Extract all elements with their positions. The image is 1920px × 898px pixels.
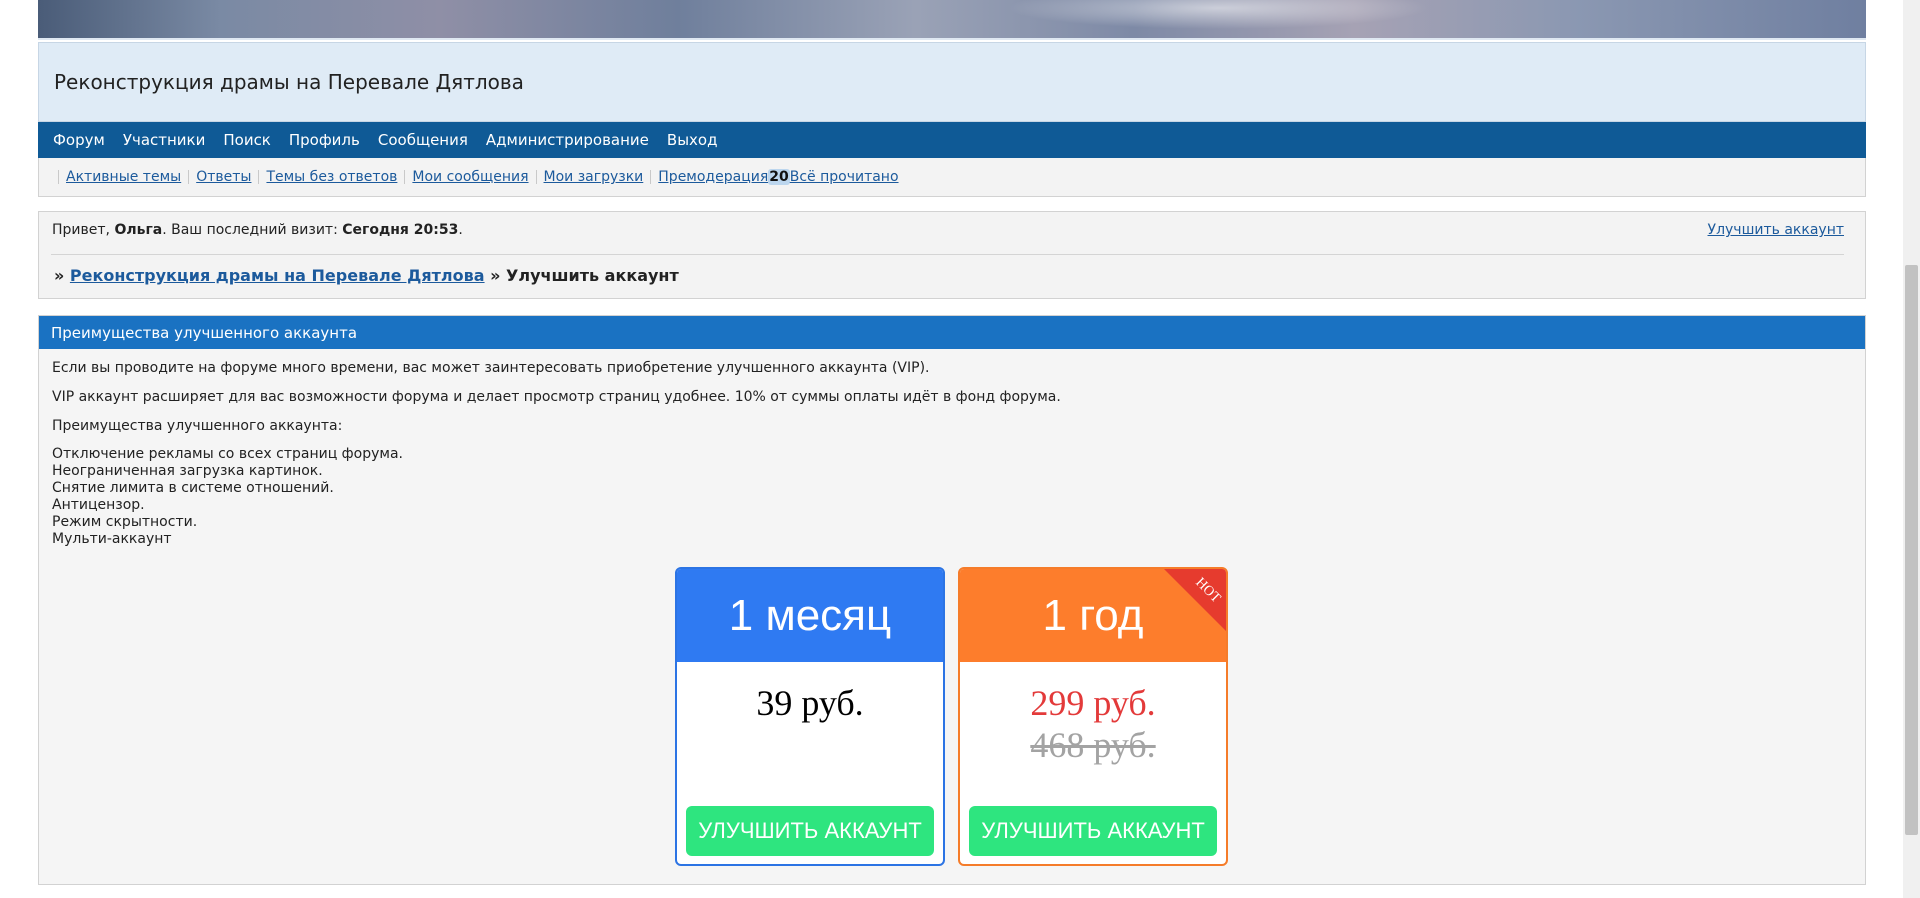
nav-forum[interactable]: Форум — [44, 131, 114, 149]
plan-card-year: 1 год HOT 299 руб. 468 руб. УЛУЧШИТЬ АКК… — [958, 567, 1228, 866]
welcome-text: Привет, Ольга. Ваш последний визит: Сего… — [52, 222, 463, 238]
link-my-posts[interactable]: Мои сообщения — [412, 169, 528, 185]
separator — [535, 170, 537, 184]
panel-body: Если вы проводите на форуме много времен… — [39, 349, 1865, 558]
link-mark-all-read[interactable]: Всё прочитано — [790, 169, 899, 185]
hot-ribbon: HOT — [1164, 569, 1226, 631]
scrollbar-thumb[interactable] — [1905, 265, 1918, 835]
nav-administration[interactable]: Администрирование — [477, 131, 658, 149]
vip-description: VIP аккаунт расширяет для вас возможност… — [52, 389, 1061, 405]
benefits-list: Отключение рекламы со всех страниц форум… — [52, 446, 1852, 548]
separator — [258, 170, 260, 184]
last-visit-time: Сегодня 20:53 — [342, 222, 459, 238]
nav-search[interactable]: Поиск — [214, 131, 280, 149]
link-active-topics[interactable]: Активные темы — [66, 169, 181, 185]
separator — [404, 170, 406, 184]
nav-members[interactable]: Участники — [114, 131, 215, 149]
plan-old-price: 468 руб. — [1030, 725, 1156, 765]
link-my-uploads[interactable]: Мои загрузки — [544, 169, 644, 185]
benefit-item: Антицензор. — [52, 497, 145, 513]
divider — [51, 254, 1844, 255]
welcome-end: . — [458, 222, 463, 238]
nav-logout[interactable]: Выход — [658, 131, 727, 149]
page: Реконструкция драмы на Перевале Дятлова … — [38, 0, 1866, 885]
vertical-scrollbar[interactable] — [1903, 0, 1920, 898]
link-premoderation[interactable]: Премодерация — [658, 169, 768, 185]
plan-card-month: 1 месяц 39 руб. УЛУЧШИТЬ АККАУНТ — [675, 567, 945, 866]
separator — [188, 170, 190, 184]
header-banner-image — [38, 0, 1866, 40]
separator — [58, 170, 59, 184]
separator — [650, 170, 652, 184]
plan-title: 1 месяц — [677, 569, 943, 662]
site-header: Реконструкция драмы на Перевале Дятлова — [38, 42, 1866, 122]
greeting-label: Привет, — [52, 222, 115, 238]
benefit-item: Снятие лимита в системе отношений. — [52, 480, 334, 496]
benefits-heading: Преимущества улучшенного аккаунта: — [52, 418, 343, 434]
upgrade-account-link[interactable]: Улучшить аккаунт — [1708, 222, 1844, 238]
link-unanswered-topics[interactable]: Темы без ответов — [266, 169, 397, 185]
main-navigation: Форум Участники Поиск Профиль Сообщения … — [38, 122, 1866, 158]
vip-benefits-panel: Преимущества улучшенного аккаунта Если в… — [38, 315, 1866, 885]
upgrade-year-button[interactable]: УЛУЧШИТЬ АККАУНТ — [969, 806, 1217, 856]
benefit-item: Мульти-аккаунт — [52, 531, 172, 547]
upgrade-month-button[interactable]: УЛУЧШИТЬ АККАУНТ — [686, 806, 934, 856]
link-replies[interactable]: Ответы — [196, 169, 251, 185]
breadcrumb-separator: » — [54, 266, 70, 285]
breadcrumb-forum-link[interactable]: Реконструкция драмы на Перевале Дятлова — [70, 266, 485, 285]
nav-messages[interactable]: Сообщения — [369, 131, 477, 149]
breadcrumb: » Реконструкция драмы на Перевале Дятлов… — [54, 266, 679, 285]
premoderation-count-badge: 20 — [768, 169, 790, 185]
panel-title: Преимущества улучшенного аккаунта — [39, 316, 1865, 349]
username: Ольга — [114, 222, 163, 238]
plan-price: 39 руб. — [756, 683, 864, 723]
benefit-item: Режим скрытности. — [52, 514, 198, 530]
sub-navigation: Активные темы Ответы Темы без ответов Мо… — [38, 158, 1866, 197]
benefit-item: Отключение рекламы со всех страниц форум… — [52, 446, 403, 462]
breadcrumb-current: Улучшить аккаунт — [506, 266, 679, 285]
breadcrumb-separator: » — [484, 266, 507, 285]
benefit-item: Неограниченная загрузка картинок. — [52, 463, 323, 479]
plan-sale-price: 299 руб. — [1030, 683, 1156, 723]
last-visit-label: . Ваш последний визит: — [162, 222, 343, 238]
nav-profile[interactable]: Профиль — [280, 131, 369, 149]
welcome-box: Привет, Ольга. Ваш последний визит: Сего… — [38, 211, 1866, 299]
site-title[interactable]: Реконструкция драмы на Перевале Дятлова — [54, 70, 524, 94]
intro-text: Если вы проводите на форуме много времен… — [52, 360, 930, 376]
